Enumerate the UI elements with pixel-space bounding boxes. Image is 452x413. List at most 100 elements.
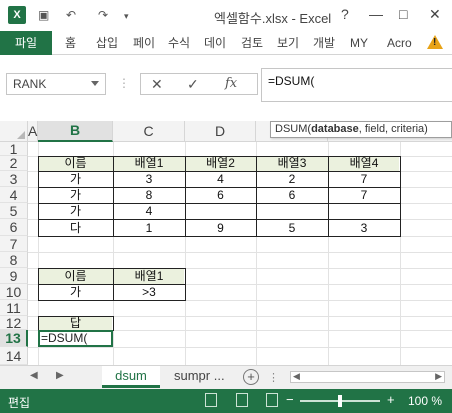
table-cell[interactable]: 6 <box>256 188 328 203</box>
tab-home[interactable]: 홈 <box>65 31 76 55</box>
row-header-2[interactable]: 2 <box>0 156 28 171</box>
insert-function-icon[interactable]: fx <box>225 76 237 91</box>
criteria-value-name[interactable]: 가 <box>38 285 113 300</box>
answer-label[interactable]: 답 <box>38 316 113 330</box>
row-header-3[interactable]: 3 <box>0 171 28 187</box>
table-cell[interactable] <box>328 204 400 219</box>
tab-my[interactable]: MY <box>350 31 368 55</box>
help-button[interactable]: ? <box>341 6 349 22</box>
tab-acrobat[interactable]: Acro <box>387 31 412 55</box>
sheet-tabs-bar: ◀ ▶ dsum sumpr ... + ⋮ ◀ ▶ <box>0 365 452 389</box>
table-cell[interactable]: 가 <box>38 188 113 203</box>
page-break-view-icon[interactable] <box>266 393 278 407</box>
row-header-9[interactable]: 9 <box>0 268 28 284</box>
table-cell[interactable]: 다 <box>38 221 113 236</box>
table-cell[interactable]: 4 <box>185 172 256 187</box>
minimize-button[interactable]: — <box>369 6 383 22</box>
select-all-button[interactable] <box>0 121 28 142</box>
row-header-6[interactable]: 6 <box>0 219 28 236</box>
page-layout-view-icon[interactable] <box>236 393 248 407</box>
row-header-8[interactable]: 8 <box>0 252 28 268</box>
active-cell-editor[interactable]: =DSUM( <box>38 330 113 347</box>
sheet-tab-sumproduct[interactable]: sumpr ... <box>164 366 235 388</box>
db-header-name[interactable]: 이름 <box>38 156 113 171</box>
formula-buttons: ✕ ✓ fx <box>140 73 258 95</box>
row-header-4[interactable]: 4 <box>0 187 28 203</box>
restore-button[interactable]: □ <box>399 6 407 22</box>
zoom-in-icon[interactable]: + <box>387 392 395 407</box>
drag-handle-icon[interactable]: ⋮ <box>118 76 130 90</box>
tab-insert[interactable]: 삽입 <box>96 31 118 55</box>
redo-icon[interactable]: ↷ <box>98 8 108 22</box>
table-cell[interactable]: 3 <box>113 172 185 187</box>
table-cell[interactable]: 4 <box>113 204 185 219</box>
criteria-value-col1[interactable]: >3 <box>113 285 185 300</box>
sheet-tab-dsum[interactable]: dsum <box>102 366 160 388</box>
db-header-col4[interactable]: 배열4 <box>328 156 400 171</box>
column-header-b[interactable]: B <box>38 121 113 142</box>
tab-view[interactable]: 보기 <box>277 31 299 55</box>
zoom-level[interactable]: 100 % <box>408 394 442 408</box>
db-header-col2[interactable]: 배열2 <box>185 156 256 171</box>
row-header-5[interactable]: 5 <box>0 203 28 219</box>
worksheet-grid[interactable]: A B C D E F 1 2 3 4 5 6 7 8 9 10 11 12 1… <box>0 115 452 365</box>
row-header-1[interactable]: 1 <box>0 142 28 156</box>
table-cell[interactable]: 5 <box>256 221 328 236</box>
table-cell[interactable]: 3 <box>328 221 400 236</box>
column-header-d[interactable]: D <box>185 121 256 142</box>
column-header-c[interactable]: C <box>113 121 185 142</box>
table-cell[interactable]: 7 <box>328 172 400 187</box>
tab-split-handle-icon[interactable]: ⋮ <box>268 371 279 384</box>
table-cell[interactable]: 6 <box>185 188 256 203</box>
scroll-left-icon[interactable]: ◀ <box>293 371 300 382</box>
table-cell[interactable]: 가 <box>38 204 113 219</box>
table-cell[interactable] <box>185 204 256 219</box>
db-header-col3[interactable]: 배열3 <box>256 156 328 171</box>
table-cell[interactable]: 가 <box>38 172 113 187</box>
function-tooltip[interactable]: DSUM(database, field, criteria) <box>270 121 452 138</box>
criteria-header-col1[interactable]: 배열1 <box>113 269 185 284</box>
tab-formulas[interactable]: 수식 <box>168 31 190 55</box>
row-header-14[interactable]: 14 <box>0 347 28 365</box>
row-header-13[interactable]: 13 <box>0 330 28 347</box>
table-cell[interactable] <box>256 204 328 219</box>
excel-logo-icon: X <box>8 6 26 24</box>
row-header-10[interactable]: 10 <box>0 284 28 300</box>
save-icon[interactable]: ▣ <box>38 8 49 22</box>
tab-data[interactable]: 데이 <box>204 31 226 55</box>
zoom-slider-thumb[interactable] <box>338 395 342 407</box>
normal-view-icon[interactable] <box>205 393 217 407</box>
table-cell[interactable]: 8 <box>113 188 185 203</box>
warning-icon[interactable]: ! <box>427 35 443 49</box>
chevron-down-icon[interactable] <box>91 81 99 86</box>
customize-quick-access-icon[interactable]: ▾ <box>124 11 129 22</box>
scroll-tabs-right-icon[interactable]: ▶ <box>56 370 64 381</box>
enter-icon[interactable]: ✓ <box>187 76 199 93</box>
cancel-icon[interactable]: ✕ <box>151 76 163 93</box>
column-header-a[interactable]: A <box>28 121 38 142</box>
row-header-7[interactable]: 7 <box>0 236 28 252</box>
tab-review[interactable]: 검토 <box>241 31 263 55</box>
formula-input[interactable]: =DSUM( <box>261 68 452 102</box>
table-cell[interactable]: 1 <box>113 221 185 236</box>
criteria-header-name[interactable]: 이름 <box>38 269 113 284</box>
zoom-out-icon[interactable]: − <box>286 392 294 407</box>
tab-file[interactable]: 파일 <box>0 31 52 55</box>
tooltip-remaining-args: , field, criteria) <box>358 123 428 135</box>
tooltip-active-arg[interactable]: database <box>311 123 359 135</box>
tab-page-layout[interactable]: 페이 <box>133 31 155 55</box>
table-cell[interactable]: 7 <box>328 188 400 203</box>
undo-icon[interactable]: ↶ <box>66 8 76 22</box>
row-header-11[interactable]: 11 <box>0 300 28 316</box>
horizontal-scrollbar[interactable]: ◀ ▶ <box>290 371 445 383</box>
status-mode: 편집 <box>8 396 31 410</box>
table-cell[interactable]: 9 <box>185 221 256 236</box>
scroll-tabs-left-icon[interactable]: ◀ <box>30 370 38 381</box>
add-sheet-button[interactable]: + <box>243 369 259 385</box>
table-cell[interactable]: 2 <box>256 172 328 187</box>
close-button[interactable]: ✕ <box>429 6 441 23</box>
row-header-12[interactable]: 12 <box>0 316 28 330</box>
db-header-col1[interactable]: 배열1 <box>113 156 185 171</box>
tab-developer[interactable]: 개발 <box>313 31 335 55</box>
scroll-right-icon[interactable]: ▶ <box>435 371 442 382</box>
